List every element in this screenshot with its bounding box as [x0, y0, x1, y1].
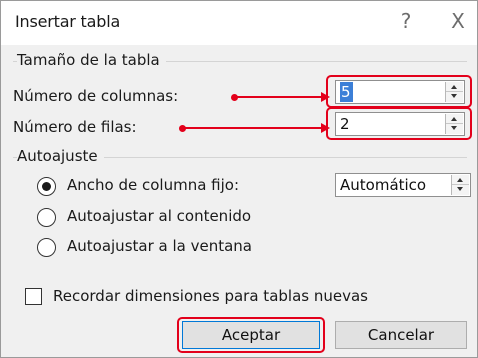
- autofit-window-radio[interactable]: [37, 238, 56, 257]
- table-size-group-label: Tamaño de la tabla: [17, 51, 166, 69]
- dialog-body: Tamaño de la tabla Número de columnas: N…: [1, 45, 477, 357]
- remember-dimensions-checkbox[interactable]: [25, 288, 42, 305]
- columns-label: Número de columnas:: [13, 87, 179, 105]
- title-bar: Insertar tabla ? X: [1, 1, 477, 45]
- fixed-width-radio[interactable]: [37, 177, 56, 196]
- fixed-width-radio-label[interactable]: Ancho de columna fijo:: [67, 176, 239, 194]
- columns-input[interactable]: [340, 82, 353, 102]
- rows-input[interactable]: [340, 114, 440, 134]
- fixed-width-spin-buttons: [451, 175, 469, 195]
- rows-increment-button[interactable]: [446, 114, 463, 124]
- cancel-button[interactable]: Cancelar: [335, 321, 467, 349]
- close-button[interactable]: X: [445, 7, 471, 35]
- ok-button[interactable]: Aceptar: [182, 321, 320, 349]
- annotation-arrow-columns: [235, 96, 323, 98]
- columns-spinner[interactable]: [335, 80, 465, 104]
- fixed-width-input[interactable]: [340, 175, 446, 195]
- help-button[interactable]: ?: [393, 7, 419, 35]
- autofit-group-label: Autoajuste: [17, 147, 104, 165]
- rows-label: Número de filas:: [13, 118, 137, 136]
- rows-spin-buttons: [445, 114, 463, 134]
- columns-spin-buttons: [445, 82, 463, 102]
- remember-dimensions-label[interactable]: Recordar dimensiones para tablas nuevas: [53, 287, 368, 305]
- fixed-width-increment-button[interactable]: [452, 175, 469, 185]
- annotation-arrow-rows: [183, 127, 323, 129]
- autofit-content-radio[interactable]: [37, 208, 56, 227]
- columns-decrement-button[interactable]: [446, 92, 463, 102]
- insert-table-dialog: Insertar tabla ? X Tamaño de la tabla Nú…: [0, 0, 478, 358]
- fixed-width-spinner[interactable]: [335, 173, 471, 197]
- dialog-title: Insertar tabla: [15, 12, 121, 31]
- rows-decrement-button[interactable]: [446, 124, 463, 134]
- autofit-window-radio-label[interactable]: Autoajustar a la ventana: [67, 237, 252, 255]
- rows-spinner[interactable]: [335, 112, 465, 136]
- columns-increment-button[interactable]: [446, 82, 463, 92]
- fixed-width-decrement-button[interactable]: [452, 185, 469, 195]
- autofit-content-radio-label[interactable]: Autoajustar al contenido: [67, 207, 251, 225]
